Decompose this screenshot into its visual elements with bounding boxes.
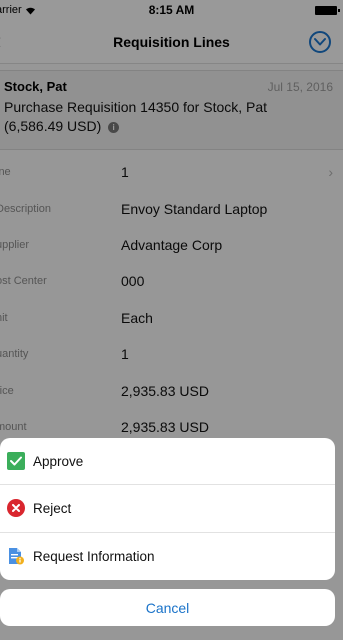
request-information-label: Request Information (33, 548, 155, 564)
request-information-button[interactable]: Request Information (0, 533, 335, 580)
approve-button[interactable]: Approve (0, 438, 335, 486)
check-icon (7, 452, 25, 471)
x-circle-icon (7, 499, 25, 518)
action-sheet: Approve Reject Request Information (0, 438, 335, 580)
approve-label: Approve (33, 453, 84, 469)
reject-label: Reject (33, 500, 72, 516)
reject-button[interactable]: Reject (0, 485, 335, 533)
cancel-button[interactable]: Cancel (0, 589, 335, 626)
document-info-icon (7, 547, 25, 565)
